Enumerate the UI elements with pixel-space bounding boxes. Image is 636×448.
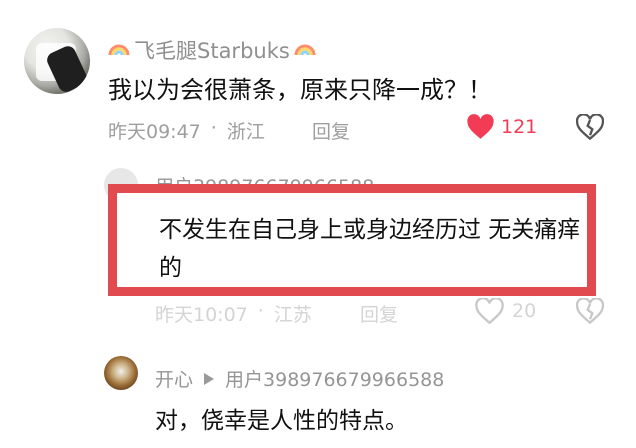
reply-time: 昨天10:07	[155, 304, 248, 326]
reply-username[interactable]: 开心	[155, 365, 193, 392]
comment-user-row: 飞毛腿Starbuks	[108, 35, 316, 65]
reply-button[interactable]: 回复	[312, 117, 350, 144]
broken-heart-icon	[575, 113, 605, 141]
reply-header: 开心 用户398976679966588	[155, 365, 444, 392]
reply-to-username[interactable]: 用户398976679966588	[225, 365, 444, 392]
comment-meta: 昨天09:47 · 浙江	[108, 117, 265, 144]
comment-time: 昨天09:47	[108, 121, 201, 143]
like-count: 121	[501, 116, 538, 138]
reply-meta: 昨天10:07 · 江苏	[155, 300, 312, 327]
highlight-box: 不发生在自己身上或身边经历过 无关痛痒的	[108, 184, 596, 296]
reply-avatar[interactable]	[104, 356, 138, 390]
meta-separator: ·	[210, 117, 217, 139]
comment-location: 浙江	[226, 121, 265, 143]
dislike-button[interactable]	[575, 113, 605, 144]
like-button[interactable]: 20	[475, 298, 536, 324]
reply-button[interactable]: 回复	[360, 300, 398, 327]
rainbow-icon	[294, 39, 316, 61]
meta-separator: ·	[257, 300, 264, 322]
broken-heart-icon	[575, 297, 605, 325]
reply-text: 对，侥幸是人性的特点。	[155, 408, 408, 434]
avatar[interactable]	[24, 28, 90, 94]
like-button[interactable]: 121	[466, 114, 537, 140]
like-count: 20	[512, 300, 537, 322]
reply-location: 江苏	[273, 304, 312, 326]
heart-icon	[475, 298, 504, 324]
heart-icon	[467, 114, 494, 139]
dislike-button[interactable]	[575, 297, 605, 328]
rainbow-icon	[108, 39, 130, 61]
highlight-text: 不发生在自己身上或身边经历过 无关痛痒的	[159, 217, 581, 281]
comment-username[interactable]: 飞毛腿Starbuks	[134, 35, 290, 65]
reply-arrow-icon	[204, 372, 215, 385]
comment-text: 我以为会很萧条，原来只降一成？！	[108, 76, 492, 104]
